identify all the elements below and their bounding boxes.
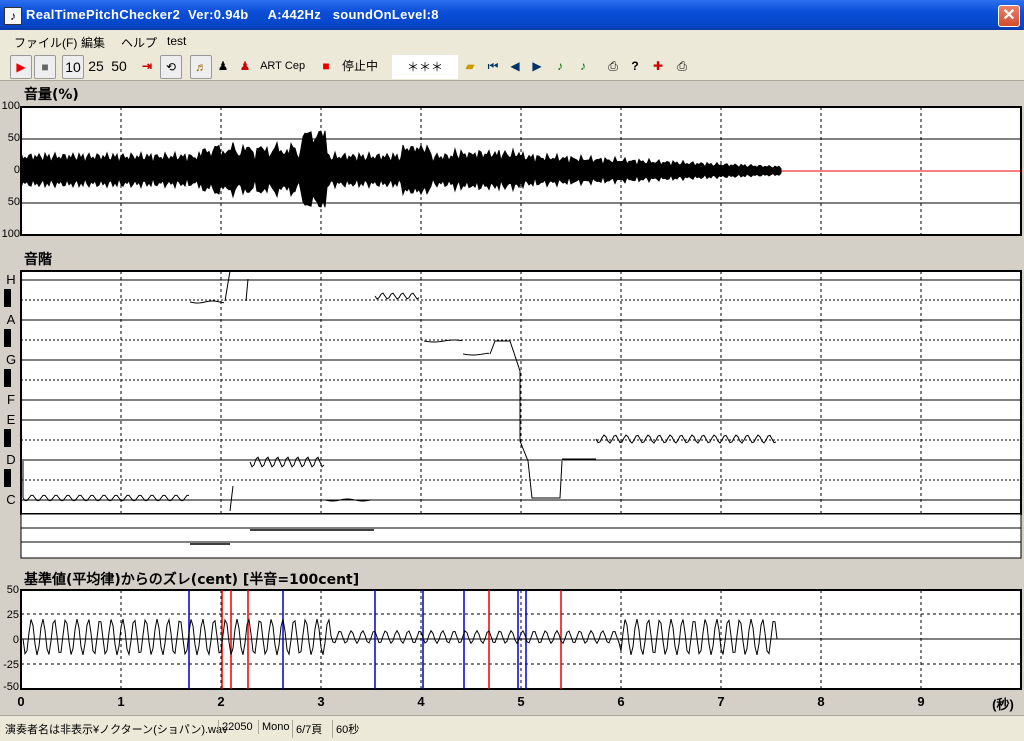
dev-tick-neg50: -50 xyxy=(3,681,19,693)
black-key xyxy=(4,329,11,347)
status-channels: Mono xyxy=(258,720,293,734)
note-g: G xyxy=(5,352,17,367)
black-key xyxy=(4,469,11,487)
dev-tick-0: 0 xyxy=(12,634,19,646)
violin-icon[interactable]: ♬ xyxy=(190,55,212,79)
vol-tick-0: 0 xyxy=(13,164,20,176)
menu-bar: ファイル(F) 編集 ヘルプ test xyxy=(0,30,1024,52)
time-tick-7: 7 xyxy=(717,694,725,709)
dev-tick-25: 25 xyxy=(6,609,19,621)
play-icon[interactable]: ▶ xyxy=(10,55,32,79)
menu-help[interactable]: ヘルプ xyxy=(121,34,157,51)
note-icon[interactable]: ♪ xyxy=(552,55,568,77)
note-a: A xyxy=(6,312,16,327)
window-title: RealTimePitchChecker2 Ver:0.94b A:442Hz … xyxy=(26,7,439,22)
time-tick-2: 2 xyxy=(217,694,225,709)
scale-label: 音階 xyxy=(24,252,52,268)
loop-icon[interactable]: ⟲ xyxy=(160,55,182,79)
menu-file[interactable]: ファイル(F) xyxy=(14,34,77,51)
menu-test[interactable]: test xyxy=(167,34,186,48)
graph-area: 音量(%) 音階 基準値(平均律)からのズレ(cent) [半音=100cent… xyxy=(0,81,1024,715)
onset-strip xyxy=(20,513,1022,559)
vol-tick-50: 50 xyxy=(7,132,20,144)
time-tick-3: 3 xyxy=(317,694,325,709)
status-label: 停止中 xyxy=(341,59,378,73)
person-icon[interactable]: ♟ xyxy=(214,55,232,77)
black-key xyxy=(4,369,11,387)
marker-icon[interactable]: ✚ xyxy=(650,55,666,77)
note-h: H xyxy=(6,272,16,287)
title-bar: ♪ RealTimePitchChecker2 Ver:0.94b A:442H… xyxy=(0,0,1024,30)
close-button[interactable]: ✕ xyxy=(998,5,1020,27)
vol-tick-100: 100 xyxy=(1,100,20,112)
graph-canvas xyxy=(4,106,1022,690)
note-d: D xyxy=(6,452,16,467)
note-c: C xyxy=(6,492,16,507)
time-tick-6: 6 xyxy=(617,694,625,709)
deviation-label: 基準値(平均律)からのズレ(cent) [半音=100cent] xyxy=(24,572,360,588)
time-tick-4: 4 xyxy=(417,694,425,709)
vol-tick-neg100: 100 xyxy=(1,228,20,240)
note-alt-icon[interactable]: ♪ xyxy=(575,55,591,77)
black-key xyxy=(4,429,11,447)
note-display: ＊＊＊ xyxy=(392,55,458,79)
speed-10-button[interactable]: 10 xyxy=(62,55,84,79)
status-file: 演奏者名は非表示¥ノクターン(ショパン).wav xyxy=(5,724,228,736)
dev-tick-neg25: -25 xyxy=(3,659,19,671)
dev-tick-50: 50 xyxy=(6,584,19,596)
print-icon[interactable]: ⎙ xyxy=(604,55,622,77)
time-unit: (秒) xyxy=(992,697,1014,712)
speed-25-button[interactable]: 25 xyxy=(85,55,107,77)
status-page: 6/7頁 xyxy=(292,720,325,738)
time-tick-5: 5 xyxy=(517,694,525,709)
time-tick-0: 0 xyxy=(17,694,25,709)
cep-button[interactable]: Cep xyxy=(284,55,306,77)
first-page-icon[interactable]: ⏮ xyxy=(485,55,501,77)
next-page-icon[interactable]: ▶ xyxy=(529,55,545,77)
menu-edit[interactable]: 編集 xyxy=(81,34,105,51)
status-bar: 演奏者名は非表示¥ノクターン(ショパン).wav 22050 Mono 6/7頁… xyxy=(0,715,1024,741)
time-tick-9: 9 xyxy=(917,694,925,709)
vol-tick-neg50: 50 xyxy=(7,196,20,208)
stop-icon[interactable]: ■ xyxy=(34,55,56,79)
record-stop-icon: ■ xyxy=(322,59,330,73)
print-alt-icon[interactable]: ⎙ xyxy=(673,55,691,77)
note-e: E xyxy=(6,412,16,427)
app-icon: ♪ xyxy=(4,7,22,25)
prev-page-icon[interactable]: ◀ xyxy=(507,55,523,77)
volume-label: 音量(%) xyxy=(24,87,79,103)
open-folder-icon[interactable]: ▰ xyxy=(461,55,479,77)
help-icon[interactable]: ? xyxy=(627,55,643,77)
status-length: 60秒 xyxy=(332,720,362,738)
time-tick-8: 8 xyxy=(817,694,825,709)
status-rate: 22050 xyxy=(218,720,256,734)
person-red-icon[interactable]: ♟ xyxy=(236,55,254,77)
art-button[interactable]: ART xyxy=(260,55,282,77)
time-tick-1: 1 xyxy=(117,694,125,709)
speed-50-button[interactable]: 50 xyxy=(108,55,130,77)
toolbar: ▶ ■ 10 25 50 ⇥ ⟲ ♬ ♟ ♟ ART Cep ■ 停止中 ＊＊＊… xyxy=(0,52,1024,81)
black-key xyxy=(4,289,11,307)
jump-end-icon[interactable]: ⇥ xyxy=(138,55,156,77)
note-f: F xyxy=(7,392,15,407)
